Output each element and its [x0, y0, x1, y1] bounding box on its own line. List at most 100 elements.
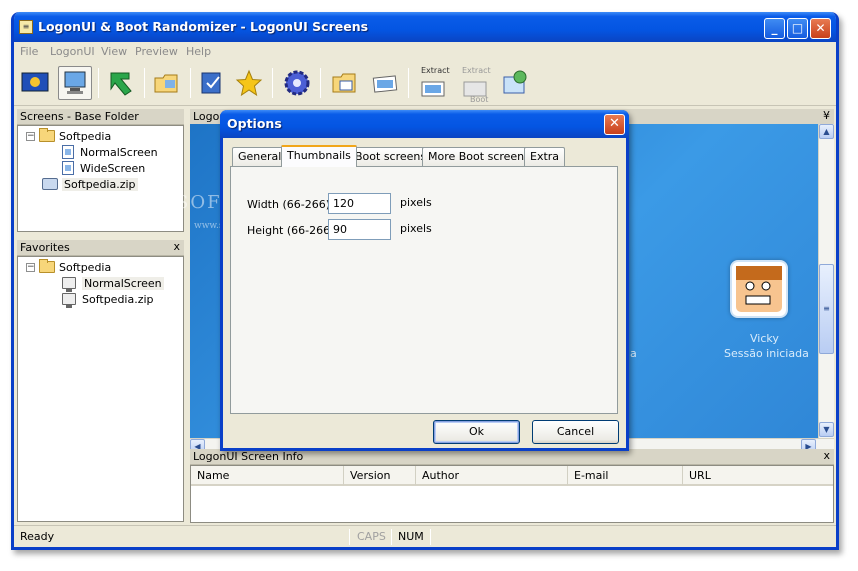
info-close-button[interactable]: x	[823, 449, 830, 462]
tab-more-boot-screens[interactable]: More Boot screens	[422, 147, 536, 166]
caps-indicator: CAPS	[357, 530, 386, 543]
preview-vertical-scrollbar[interactable]: ▲ ≡ ▼	[818, 124, 834, 446]
menu-logonui[interactable]: LogonUI	[50, 45, 95, 58]
calendar-folder-icon	[332, 73, 356, 93]
folder-icon	[39, 128, 55, 142]
user-status: Sessão iniciada	[724, 347, 809, 360]
height-label: Height (66-266)	[247, 224, 335, 237]
ok-button[interactable]: Ok	[433, 420, 520, 444]
minimize-button[interactable]: _	[764, 18, 785, 39]
calendar-tool[interactable]	[328, 66, 362, 100]
menu-preview[interactable]: Preview	[135, 45, 178, 58]
favorites-panel-title: Favorites	[20, 241, 70, 254]
user-name: Vicky	[750, 332, 779, 345]
screens-tree: − Softpedia NormalScreen WideScreen Soft…	[17, 125, 184, 232]
width-field[interactable]: 120	[328, 193, 391, 214]
extract-boot-caption: Extract	[462, 66, 491, 75]
width-label: Width (66-266)	[247, 198, 330, 211]
extract-caption: Extract	[421, 66, 450, 75]
menu-view[interactable]: View	[101, 45, 127, 58]
scroll-up-icon[interactable]: ▲	[819, 124, 834, 139]
options-dialog: Options ✕ General Thumbnails Boot screen…	[220, 110, 629, 451]
fav-item-softpedia[interactable]: − Softpedia	[26, 259, 111, 275]
favorites-tool[interactable]	[232, 66, 266, 100]
user-avatar[interactable]	[730, 260, 788, 318]
open-folder-tool[interactable]	[150, 66, 184, 100]
favorites-panel-header: Favorites x	[17, 240, 184, 256]
status-text: Ready	[20, 530, 55, 543]
logon-screen-tool[interactable]	[18, 66, 52, 100]
width-unit: pixels	[400, 196, 432, 209]
cancel-button[interactable]: Cancel	[532, 420, 619, 444]
toolbar: Extract Extract Boot	[14, 62, 836, 106]
pin-button[interactable]: ¥	[823, 109, 830, 122]
column-header-name[interactable]: Name	[191, 466, 344, 486]
height-unit: pixels	[400, 222, 432, 235]
close-button[interactable]: ✕	[810, 18, 831, 39]
screen-file-icon	[62, 145, 74, 159]
tree-item-softpedia[interactable]: − Softpedia	[26, 128, 111, 144]
window-title: LogonUI & Boot Randomizer - LogonUI Scre…	[38, 19, 369, 34]
computer-icon	[62, 293, 76, 308]
column-header-version[interactable]: Version	[344, 466, 416, 486]
num-indicator: NUM	[398, 530, 424, 543]
info-table: Name Version Author E-mail URL	[190, 465, 834, 523]
star-icon	[235, 69, 263, 97]
thumbnails-pane: Width (66-266) 120 pixels Height (66-266…	[230, 166, 618, 414]
network-tool[interactable]	[498, 66, 532, 100]
apply-tool[interactable]	[104, 66, 138, 100]
menu-help[interactable]: Help	[186, 45, 211, 58]
info-panel-header: LogonUI Screen Info x	[190, 449, 834, 465]
screens-panel-header: Screens - Base Folder	[17, 109, 184, 125]
fav-item-softpedia-zip[interactable]: Softpedia.zip	[62, 291, 154, 308]
zip-icon	[42, 178, 58, 190]
info-panel-title: LogonUI Screen Info	[193, 450, 304, 463]
favorites-close-button[interactable]: x	[173, 240, 180, 253]
fav-item-normalscreen[interactable]: NormalScreen	[62, 275, 164, 292]
green-arrow-icon	[110, 72, 132, 96]
tab-thumbnails[interactable]: Thumbnails	[281, 145, 357, 167]
title-bar[interactable]: ≡ LogonUI & Boot Randomizer - LogonUI Sc…	[14, 12, 836, 42]
extract-boot-tool[interactable]: Extract Boot	[458, 66, 492, 104]
column-header-url[interactable]: URL	[683, 466, 833, 486]
avatar-face-icon	[736, 266, 782, 312]
images-tool[interactable]	[368, 66, 402, 100]
network-icon	[503, 70, 527, 94]
gear-icon	[284, 70, 310, 96]
preview-partial-text: a	[630, 347, 637, 360]
column-header-author[interactable]: Author	[416, 466, 568, 486]
height-field[interactable]: 90	[328, 219, 391, 240]
tree-item-softpedia-zip[interactable]: Softpedia.zip	[42, 176, 138, 192]
scroll-down-icon[interactable]: ▼	[819, 422, 834, 437]
maximize-button[interactable]: □	[787, 18, 808, 39]
options-tool[interactable]	[280, 66, 314, 100]
extract-icon	[421, 81, 445, 97]
images-icon	[372, 75, 398, 93]
extract-tool[interactable]: Extract	[416, 66, 450, 100]
computer-icon	[62, 277, 76, 292]
screen-icon	[21, 72, 49, 92]
dialog-title-bar[interactable]: Options ✕	[220, 110, 629, 138]
collapse-icon[interactable]: −	[26, 262, 35, 272]
screen-file-icon	[62, 161, 74, 175]
folder-icon	[39, 259, 55, 273]
screens-panel-title: Screens - Base Folder	[20, 110, 139, 123]
dialog-close-button[interactable]: ✕	[604, 114, 625, 135]
edit-tool[interactable]	[196, 66, 230, 100]
computer-tool[interactable]	[58, 66, 92, 100]
tree-item-widescreen[interactable]: WideScreen	[62, 160, 145, 176]
tab-general[interactable]: General	[232, 147, 288, 166]
edit-icon	[201, 72, 221, 94]
boot-caption: Boot	[470, 95, 489, 104]
scroll-thumb[interactable]: ≡	[819, 264, 834, 354]
collapse-icon[interactable]: −	[26, 131, 35, 141]
tab-extra[interactable]: Extra	[524, 147, 566, 166]
status-bar: Ready CAPS NUM	[14, 525, 836, 547]
folder-open-icon	[154, 74, 178, 93]
computer-icon	[64, 71, 86, 94]
tree-item-normalscreen[interactable]: NormalScreen	[62, 144, 158, 160]
menu-file[interactable]: File	[20, 45, 38, 58]
tab-boot-screens[interactable]: Boot screens	[349, 147, 433, 166]
column-header-email[interactable]: E-mail	[568, 466, 683, 486]
dialog-title: Options	[227, 116, 282, 131]
